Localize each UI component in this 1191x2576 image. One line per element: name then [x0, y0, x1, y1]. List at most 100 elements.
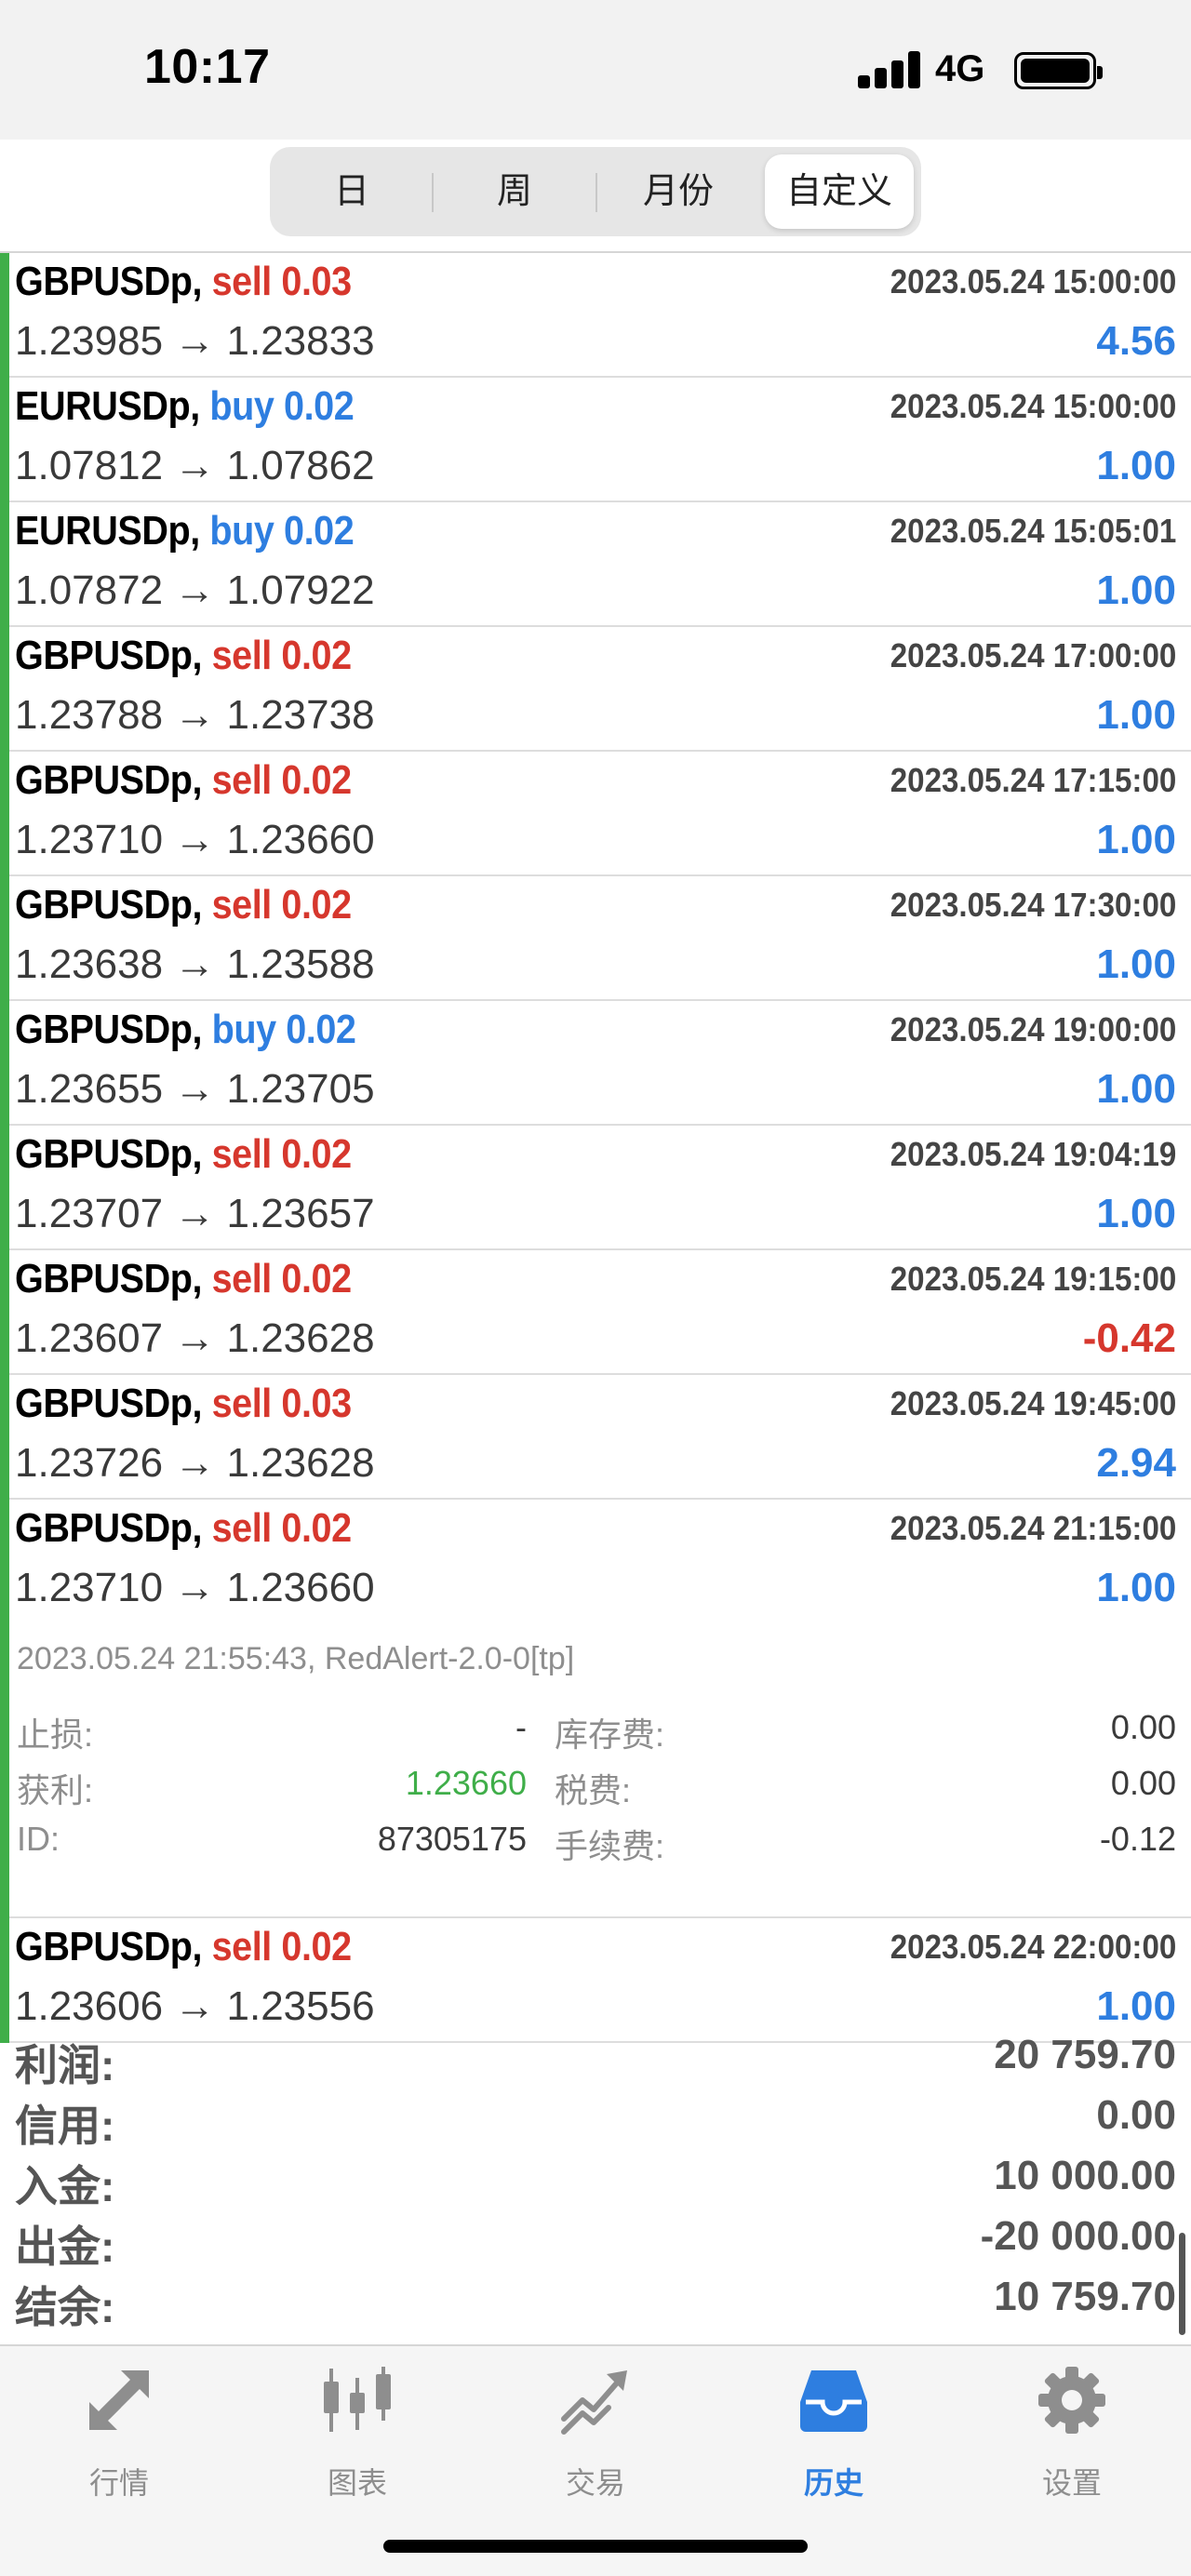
stop-loss-label: 止损:	[17, 1715, 94, 1754]
tab-quotes[interactable]: 行情	[0, 2346, 238, 2504]
network-type: 4G	[935, 48, 985, 89]
deal-profit: -0.42	[1082, 1315, 1176, 1361]
segment-day[interactable]: 日	[277, 154, 426, 229]
deal-side: buy	[211, 1007, 277, 1052]
deal-volume: 0.03	[281, 259, 352, 304]
deal-symbol: GBPUSDp,	[15, 1256, 203, 1301]
deal-prices: 1.23710 → 1.23660	[15, 1565, 375, 1610]
swap-value: 0.00	[1110, 1708, 1176, 1746]
period-segmented-control: 日 周 月份 自定义	[270, 147, 921, 236]
deal-time: 2023.05.24 19:45:00	[890, 1384, 1176, 1422]
deal-symbol: GBPUSDp,	[15, 882, 203, 928]
deal-time: 2023.05.24 19:04:19	[890, 1135, 1176, 1173]
deal-prices: 1.23655 → 1.23705	[15, 1066, 375, 1112]
deal-prices: 1.23607 → 1.23628	[15, 1315, 375, 1361]
deal-volume: 0.02	[283, 383, 355, 429]
deal-side: buy	[209, 383, 274, 429]
summary-value: 10 000.00	[994, 2153, 1176, 2198]
deal-history-list: GBPUSDp, sell 0.03 2023.05.24 15:00:00 1.2…	[0, 253, 1191, 2043]
deal-volume: 0.02	[281, 757, 352, 803]
tab-label: 历史	[803, 2466, 863, 2500]
deal-side: sell	[211, 1256, 273, 1301]
deal-profit: 1.00	[1096, 941, 1176, 987]
deal-side: sell	[211, 1381, 273, 1426]
tab-history[interactable]: 历史	[715, 2346, 953, 2504]
deal-side: sell	[211, 1924, 273, 1969]
deal-prices: 1.07872 → 1.07922	[15, 567, 375, 613]
commission-label: 手续费:	[555, 1827, 665, 1865]
deal-profit: 1.00	[1096, 1983, 1176, 2029]
cellular-signal-icon	[858, 51, 921, 88]
summary-label: 入金:	[15, 2162, 115, 2210]
segment-month[interactable]: 月份	[601, 154, 756, 229]
tab-trade[interactable]: 交易	[476, 2346, 715, 2504]
deal-row[interactable]: GBPUSDp, sell 0.03 2023.05.24 19:45:00 1.2…	[0, 1375, 1191, 1500]
deal-profit: 1.00	[1096, 817, 1176, 862]
deal-time: 2023.05.24 19:15:00	[890, 1260, 1176, 1298]
deal-volume: 0.02	[281, 1505, 352, 1551]
summary-value: 10 759.70	[994, 2274, 1176, 2319]
deal-time: 2023.05.24 15:00:00	[890, 387, 1176, 425]
deal-profit: 1.00	[1096, 443, 1176, 488]
deal-volume: 0.02	[283, 508, 355, 554]
deal-row[interactable]: GBPUSDp, sell 0.02 2023.05.24 21:15:00 1.2…	[0, 1500, 1191, 1918]
quotes-arrows-icon	[89, 2370, 149, 2430]
deal-symbol-line: GBPUSDp, sell 0.02	[15, 757, 352, 804]
deal-prices: 1.07812 → 1.07862	[15, 443, 375, 488]
deal-symbol: EURUSDp,	[15, 383, 200, 429]
deal-side: sell	[211, 757, 273, 803]
deal-symbol: GBPUSDp,	[15, 1505, 203, 1551]
scroll-indicator[interactable]	[1179, 2233, 1185, 2335]
tab-charts[interactable]: 图表	[238, 2346, 476, 2504]
history-inbox-icon	[800, 2370, 867, 2432]
tab-label: 行情	[88, 2466, 149, 2500]
deal-time: 2023.05.24 17:15:00	[890, 761, 1176, 799]
deal-row[interactable]: EURUSDp, buy 0.02 2023.05.24 15:00:00 1.07…	[0, 378, 1191, 502]
summary-row: 结余: 10 759.70	[0, 2274, 1191, 2333]
deal-profit: 1.00	[1096, 1191, 1176, 1236]
stop-loss-value: -	[515, 1708, 527, 1746]
deal-row[interactable]: GBPUSDp, sell 0.02 2023.05.24 17:15:00 1.2…	[0, 752, 1191, 876]
summary-value: -20 000.00	[980, 2213, 1176, 2259]
deal-profit: 1.00	[1096, 692, 1176, 738]
segment-custom[interactable]: 自定义	[765, 154, 914, 229]
deal-time: 2023.05.24 17:00:00	[890, 636, 1176, 674]
tab-settings[interactable]: 设置	[953, 2346, 1191, 2504]
summary-value: 0.00	[1096, 2092, 1176, 2138]
deal-row[interactable]: EURUSDp, buy 0.02 2023.05.24 15:05:01 1.07…	[0, 502, 1191, 627]
deal-profit: 1.00	[1096, 567, 1176, 613]
deal-symbol: GBPUSDp,	[15, 1007, 203, 1052]
deal-side: buy	[209, 508, 274, 554]
deal-row[interactable]: GBPUSDp, sell 0.02 2023.05.24 17:00:00 1.2…	[0, 627, 1191, 752]
deal-prices: 1.23606 → 1.23556	[15, 1983, 375, 2029]
deal-side: sell	[211, 882, 273, 928]
deal-prices: 1.23707 → 1.23657	[15, 1191, 375, 1236]
deal-symbol-line: GBPUSDp, sell 0.02	[15, 1505, 352, 1552]
deal-row[interactable]: GBPUSDp, sell 0.02 2023.05.24 22:00:00 1.2…	[0, 1918, 1191, 2043]
deal-profit: 2.94	[1096, 1440, 1176, 1486]
deal-symbol-line: GBPUSDp, buy 0.02	[15, 1007, 356, 1053]
account-summary: 利润: 20 759.70 信用: 0.00 入金: 10 000.00 出金: -20 00…	[0, 2026, 1191, 2342]
summary-row: 入金: 10 000.00	[0, 2153, 1191, 2212]
battery-icon	[1014, 52, 1103, 89]
deal-volume: 0.03	[281, 1381, 352, 1426]
deal-time: 2023.05.24 17:30:00	[890, 886, 1176, 924]
deal-symbol-line: GBPUSDp, sell 0.03	[15, 259, 352, 305]
segment-week[interactable]: 周	[437, 154, 592, 229]
deal-row[interactable]: GBPUSDp, sell 0.03 2023.05.24 15:00:00 1.2…	[0, 253, 1191, 378]
deal-row[interactable]: GBPUSDp, sell 0.02 2023.05.24 19:15:00 1.2…	[0, 1250, 1191, 1375]
deal-row[interactable]: GBPUSDp, sell 0.02 2023.05.24 19:04:19 1.2…	[0, 1126, 1191, 1250]
deal-row[interactable]: GBPUSDp, sell 0.02 2023.05.24 17:30:00 1.2…	[0, 876, 1191, 1001]
deal-volume: 0.02	[281, 1924, 352, 1969]
deal-symbol: GBPUSDp,	[15, 1381, 203, 1426]
tax-label: 税费:	[555, 1771, 632, 1809]
deal-prices: 1.23710 → 1.23660	[15, 817, 375, 862]
deal-symbol-line: GBPUSDp, sell 0.02	[15, 1131, 352, 1178]
deal-symbol: EURUSDp,	[15, 508, 200, 554]
status-time: 10:17	[144, 40, 271, 94]
deal-symbol-line: GBPUSDp, sell 0.02	[15, 1256, 352, 1302]
deal-volume: 0.02	[281, 1131, 352, 1177]
deal-prices: 1.23985 → 1.23833	[15, 318, 375, 364]
deal-time: 2023.05.24 15:00:00	[890, 262, 1176, 300]
deal-row[interactable]: GBPUSDp, buy 0.02 2023.05.24 19:00:00 1.23…	[0, 1001, 1191, 1126]
